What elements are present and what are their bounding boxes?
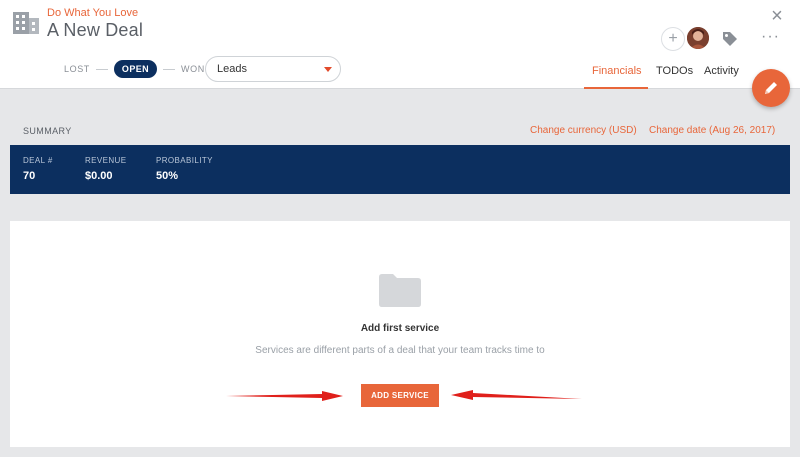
stat-deal-number: DEAL # 70 bbox=[23, 156, 53, 182]
chevron-down-icon bbox=[324, 67, 332, 72]
stat-label: DEAL # bbox=[23, 156, 53, 165]
change-date-link[interactable]: Change date (Aug 26, 2017) bbox=[649, 125, 775, 136]
deal-tabs: Financials TODOs Activity bbox=[584, 54, 744, 89]
status-open[interactable]: OPEN bbox=[113, 60, 158, 78]
services-empty-state: Add first service Services are different… bbox=[10, 221, 790, 447]
pipeline-select-value: Leads bbox=[217, 63, 247, 75]
change-currency-link[interactable]: Change currency (USD) bbox=[530, 125, 637, 136]
plus-icon[interactable]: + bbox=[661, 27, 685, 51]
tab-activity[interactable]: Activity bbox=[696, 54, 744, 89]
pipeline-select[interactable]: Leads bbox=[205, 56, 341, 82]
status-lost[interactable]: LOST bbox=[64, 64, 90, 74]
summary-heading: SUMMARY bbox=[23, 126, 72, 136]
status-divider bbox=[95, 68, 108, 70]
summary-stats-bar: DEAL # 70 REVENUE $0.00 PROBABILITY 50% bbox=[10, 145, 790, 194]
more-icon[interactable]: ··· bbox=[761, 29, 780, 45]
stat-value: 70 bbox=[23, 170, 36, 182]
close-icon[interactable]: × bbox=[767, 6, 787, 26]
tab-financials[interactable]: Financials bbox=[584, 54, 648, 89]
deal-header: Do What You Love A New Deal × + ··· LOST… bbox=[0, 0, 800, 89]
tab-todos[interactable]: TODOs bbox=[648, 54, 696, 89]
status-divider bbox=[163, 68, 176, 70]
stat-revenue: REVENUE $0.00 bbox=[85, 156, 126, 182]
avatar-image bbox=[687, 27, 709, 49]
building-icon bbox=[13, 12, 39, 34]
avatar[interactable] bbox=[687, 27, 709, 49]
status-won[interactable]: WON bbox=[181, 64, 205, 74]
stat-label: REVENUE bbox=[85, 156, 127, 165]
company-name-link[interactable]: Do What You Love bbox=[47, 7, 138, 19]
empty-state-description: Services are different parts of a deal t… bbox=[255, 345, 545, 356]
empty-state-title: Add first service bbox=[360, 323, 440, 334]
edit-button[interactable] bbox=[752, 69, 790, 107]
add-service-button[interactable]: ADD SERVICE bbox=[361, 384, 439, 407]
folder-icon bbox=[379, 274, 421, 307]
stat-value: $0.00 bbox=[85, 170, 113, 182]
tag-icon[interactable] bbox=[721, 30, 739, 48]
stat-probability: PROBABILITY 50% bbox=[156, 156, 213, 182]
stat-value: 50% bbox=[156, 170, 179, 182]
deal-status-switch: LOST OPEN WON bbox=[64, 58, 205, 80]
deal-title[interactable]: A New Deal bbox=[47, 20, 143, 41]
stat-label: PROBABILITY bbox=[156, 156, 213, 165]
pencil-icon bbox=[765, 82, 777, 94]
